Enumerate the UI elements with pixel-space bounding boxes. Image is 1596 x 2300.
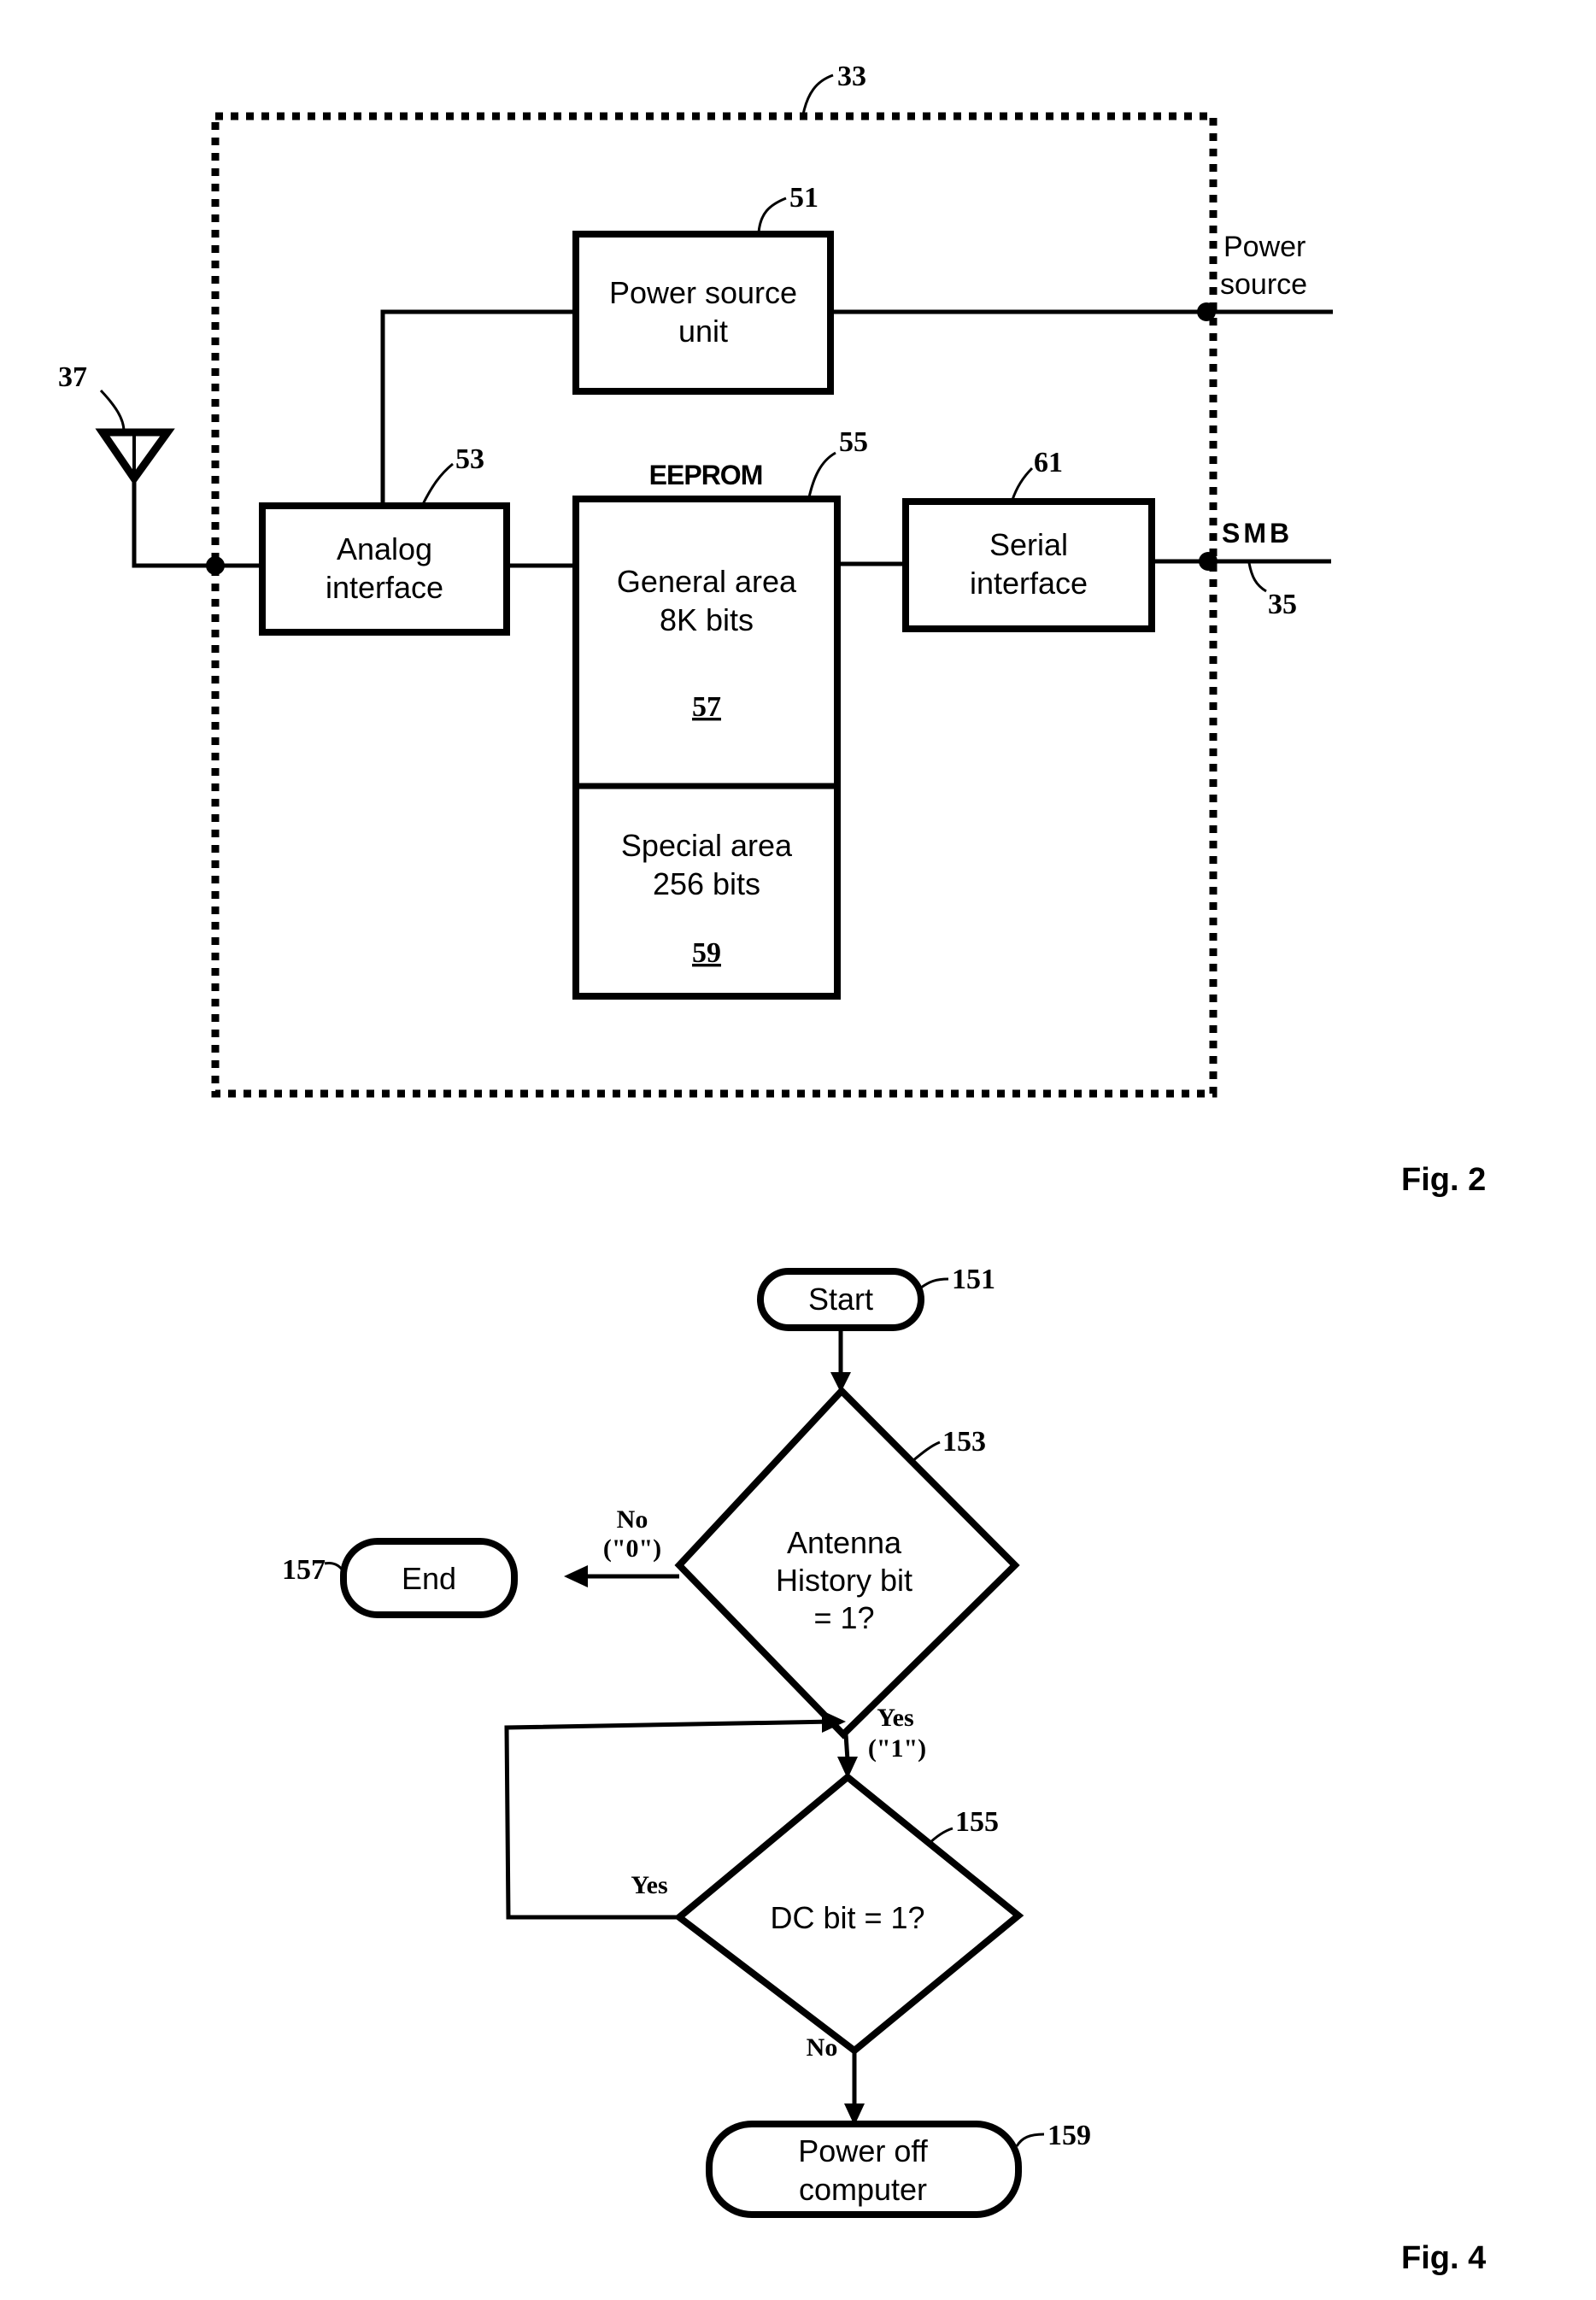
power-unit-ref-label: 51 <box>789 182 819 214</box>
decision1-line2: History bit <box>776 1563 912 1598</box>
general-area-line2: 8K bits <box>660 602 754 637</box>
fig4-caption: Fig. 4 <box>1401 2240 1486 2276</box>
decision1-line3: = 1? <box>813 1600 874 1635</box>
fig2-caption: Fig. 2 <box>1401 1162 1486 1198</box>
no-branch1-line2: ("0") <box>603 1534 661 1563</box>
module-ref-label: 33 <box>837 61 866 92</box>
serial-ref-label: 61 <box>1034 447 1063 478</box>
analog-interface-line2: interface <box>326 570 443 605</box>
no-branch1-line1: No <box>617 1505 648 1534</box>
start-label: Start <box>808 1282 873 1317</box>
eeprom-ref-leader <box>807 451 836 498</box>
serial-interface-line1: Serial <box>989 527 1068 562</box>
serial-ref-leader <box>1011 466 1034 501</box>
antenna-ref-leader <box>99 389 126 432</box>
power-unit-line1: Power source <box>609 275 797 310</box>
power-off-line2: computer <box>799 2172 927 2207</box>
external-power-line1: Power <box>1223 231 1306 263</box>
flow-decision1-yes <box>843 1734 850 1761</box>
power-unit-line2: unit <box>678 314 728 349</box>
wire-antenna-to-analog <box>132 472 261 568</box>
fig4-flowchart: Start 151 Antenna History bit = 1? 153 N… <box>282 1264 1486 2276</box>
patent-drawing-sheet: 33 37 Power source unit 51 Analog interf… <box>58 61 1486 2276</box>
power-off-line1: Power off <box>798 2133 928 2168</box>
fig2-block-diagram: 33 37 Power source unit 51 Analog interf… <box>58 61 1486 1198</box>
no-branch2-label: No <box>807 2033 838 2062</box>
end-ref-label: 157 <box>282 1554 326 1586</box>
smb-bus-label: SMB <box>1222 518 1293 549</box>
antenna-ref-label: 37 <box>58 361 87 393</box>
special-area-line2: 256 bits <box>653 866 760 901</box>
start-ref-label: 151 <box>952 1264 995 1295</box>
analog-interface-block <box>259 502 510 636</box>
power-off-ref-label: 159 <box>1047 2120 1091 2151</box>
yes-branch2-label: Yes <box>631 1871 667 1899</box>
decision2-ref-leader <box>925 1827 953 1847</box>
smb-junction-dot <box>1199 552 1218 571</box>
eeprom-ref-label: 55 <box>839 426 868 458</box>
special-area-line1: Special area <box>621 828 793 863</box>
start-ref-leader <box>920 1277 949 1289</box>
decision1-ref-label: 153 <box>942 1426 986 1458</box>
module-ref-leader <box>801 73 834 115</box>
decision2-label: DC bit = 1? <box>770 1900 924 1935</box>
special-area-ref: 59 <box>692 937 721 969</box>
yes-branch1-line1: Yes <box>877 1704 913 1732</box>
power-junction-dot <box>1197 302 1216 321</box>
decision1-ref-leader <box>912 1440 941 1463</box>
power-source-unit-block <box>572 231 834 395</box>
serial-interface-line2: interface <box>970 566 1088 601</box>
smb-ref-label: 35 <box>1268 589 1297 620</box>
antenna-icon <box>95 428 175 485</box>
end-label: End <box>402 1561 456 1596</box>
analog-ref-label: 53 <box>455 443 484 475</box>
analog-interface-line1: Analog <box>337 531 432 566</box>
general-area-line1: General area <box>617 564 797 599</box>
general-area-ref: 57 <box>692 691 721 723</box>
arrow-head <box>564 1565 588 1587</box>
decision1-line1: Antenna <box>787 1525 902 1560</box>
analog-ref-leader <box>421 462 454 505</box>
power-unit-ref-leader <box>757 197 787 233</box>
antenna-junction-dot <box>206 556 225 575</box>
smb-ref-leader <box>1247 562 1267 593</box>
yes-branch1-line2: ("1") <box>868 1734 926 1763</box>
wire-analog-to-power-unit <box>380 309 574 504</box>
power-off-ref-leader <box>1015 2133 1045 2147</box>
external-power-line2: source <box>1220 268 1307 301</box>
decision2-ref-label: 155 <box>955 1806 999 1838</box>
eeprom-title: EEPROM <box>649 460 763 490</box>
